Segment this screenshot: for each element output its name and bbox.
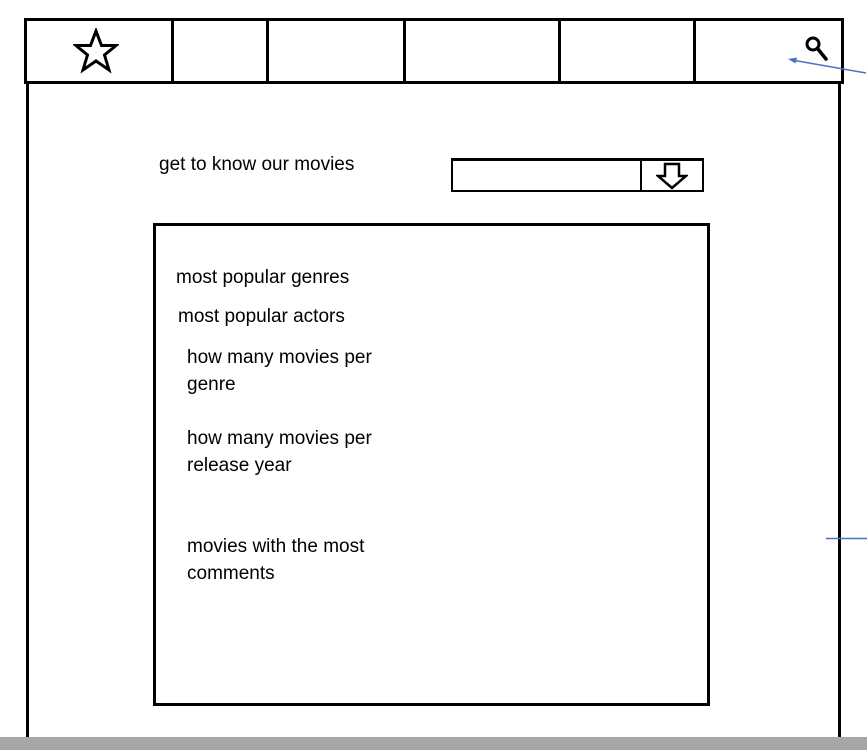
menu-item-movies-per-year[interactable]: how many movies per release year <box>187 425 372 479</box>
menu-item-label: most popular genres <box>176 267 350 288</box>
movies-dropdown[interactable] <box>451 158 704 192</box>
menu-item-label: movies with the most <box>187 536 365 557</box>
menu-item-label-cont: comments <box>187 563 275 584</box>
star-icon <box>73 28 119 74</box>
nav-tab-4[interactable] <box>406 21 561 81</box>
menu-item-label-cont: release year <box>187 455 292 476</box>
nav-home-tab[interactable] <box>27 21 174 81</box>
annotation-line <box>826 537 867 540</box>
annotation-arrow <box>788 57 867 74</box>
dropdown-toggle-button[interactable] <box>640 161 702 190</box>
stats-menu-panel: most popular genres most popular actors … <box>153 223 710 706</box>
dropdown-value <box>453 161 640 190</box>
menu-item-movies-per-genre[interactable]: how many movies per genre <box>187 344 372 398</box>
menu-item-label: most popular actors <box>178 306 345 327</box>
intro-label: get to know our movies <box>159 154 355 175</box>
menu-item-popular-actors[interactable]: most popular actors <box>178 303 345 330</box>
nav-tab-3[interactable] <box>269 21 406 81</box>
menu-item-most-comments[interactable]: movies with the most comments <box>187 533 364 587</box>
arrow-down-icon <box>656 162 688 190</box>
bottom-bar <box>0 737 867 750</box>
menu-item-label: how many movies per <box>187 428 372 449</box>
menu-item-popular-genres[interactable]: most popular genres <box>176 264 349 291</box>
menu-item-label: how many movies per <box>187 347 372 368</box>
nav-tab-5[interactable] <box>561 21 696 81</box>
menu-item-label-cont: genre <box>187 374 236 395</box>
nav-tab-2[interactable] <box>174 21 269 81</box>
top-navbar <box>24 18 844 84</box>
